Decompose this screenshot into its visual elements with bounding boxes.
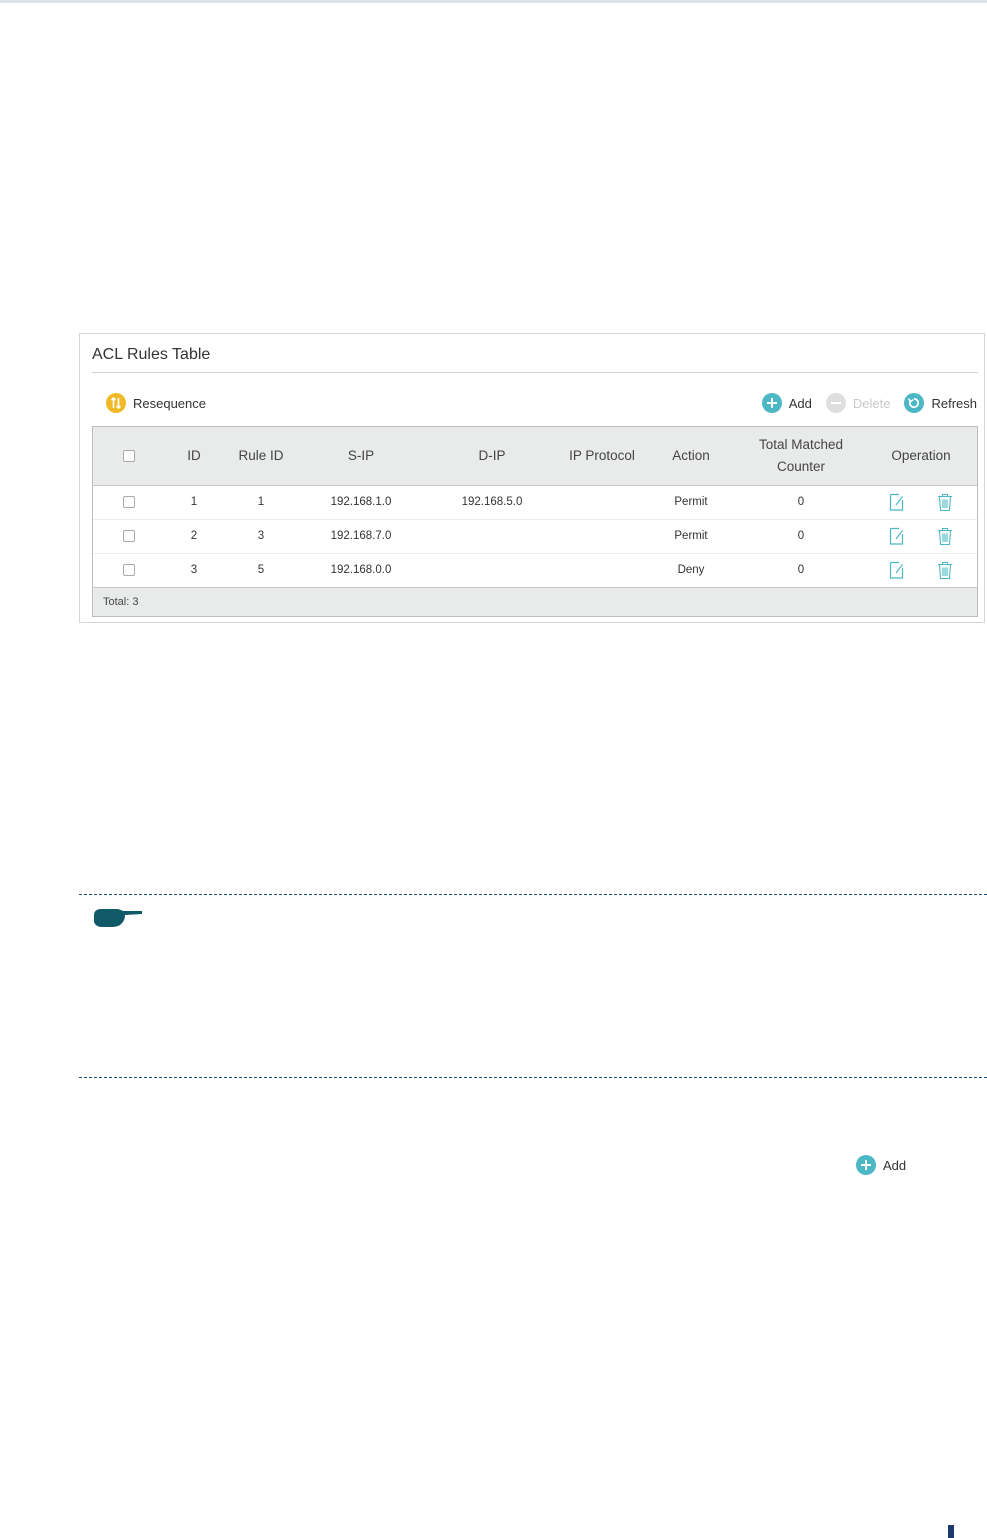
cell-total-matched: 0: [797, 564, 805, 576]
cell-rule-id: 3: [257, 530, 265, 542]
select-all-cell: [93, 427, 165, 485]
note-bottom-divider: [79, 1077, 987, 1078]
plus-circle-icon: [761, 393, 782, 413]
edit-icon[interactable]: [888, 526, 906, 546]
cell-id: 2: [190, 530, 198, 542]
cell-s-ip: 192.168.7.0: [330, 530, 392, 542]
cell-ip-protocol: [561, 486, 643, 518]
header-total-matched-line2: Counter: [776, 459, 826, 474]
resequence-button[interactable]: Resequence: [106, 393, 206, 413]
toolbar-left: Resequence: [106, 393, 206, 413]
acl-rules-table: ID Rule ID S-IP D-IP IP Protocol Action …: [92, 426, 978, 617]
row-select-cell: [93, 486, 165, 518]
table-header: ID Rule ID S-IP D-IP IP Protocol Action …: [93, 427, 977, 486]
cell-total-matched: 0: [797, 496, 805, 508]
row-checkbox[interactable]: [123, 496, 135, 508]
refresh-icon: [904, 393, 925, 413]
plus-circle-icon: [856, 1155, 876, 1175]
delete-label: Delete: [852, 395, 891, 411]
total-count: Total: 3: [103, 596, 139, 608]
select-all-checkbox[interactable]: [123, 450, 135, 462]
page-corner-mark: [948, 1525, 954, 1538]
pointing-hand-icon: [92, 905, 144, 931]
cell-ip-protocol: [561, 554, 643, 586]
top-rule: [0, 0, 987, 3]
add-label: Add: [788, 395, 812, 411]
cell-d-ip: [423, 520, 561, 552]
row-select-cell: [93, 520, 165, 552]
minus-circle-icon: [825, 393, 846, 413]
row-checkbox[interactable]: [123, 564, 135, 576]
resequence-label: Resequence: [133, 395, 206, 411]
header-total-matched-counter[interactable]: Total Matched Counter: [739, 427, 863, 485]
cell-operation: [863, 520, 979, 552]
acl-rules-panel: ACL Rules Table Resequence Add Delete Re…: [79, 333, 985, 623]
header-id[interactable]: ID: [165, 427, 223, 485]
edit-icon[interactable]: [888, 492, 906, 512]
add-button[interactable]: Add: [761, 393, 812, 413]
row-select-cell: [93, 554, 165, 586]
cell-total-matched: 0: [797, 530, 805, 542]
header-operation: Operation: [891, 448, 951, 463]
edit-icon[interactable]: [888, 560, 906, 580]
note-top-divider: [79, 894, 987, 895]
cell-action: Permit: [674, 530, 708, 542]
panel-title: ACL Rules Table: [92, 346, 211, 363]
cell-id: 3: [190, 564, 198, 576]
title-divider: [92, 372, 978, 373]
add-button-standalone[interactable]: Add: [856, 1155, 906, 1175]
refresh-label: Refresh: [931, 395, 977, 411]
header-total-matched-line1: Total Matched: [758, 437, 844, 452]
header-action[interactable]: Action: [643, 427, 739, 485]
add-label: Add: [883, 1157, 907, 1173]
cell-d-ip: 192.168.5.0: [461, 496, 523, 508]
cell-operation: [863, 486, 979, 518]
cell-rule-id: 5: [257, 564, 265, 576]
cell-rule-id: 1: [257, 496, 265, 508]
table-row: 2 3 192.168.7.0 Permit 0: [93, 520, 977, 554]
refresh-button[interactable]: Refresh: [904, 393, 977, 413]
trash-icon[interactable]: [936, 526, 954, 546]
header-ip-protocol[interactable]: IP Protocol: [561, 427, 643, 485]
cell-action: Deny: [677, 564, 705, 576]
cell-d-ip: [423, 554, 561, 586]
table-row: 1 1 192.168.1.0 192.168.5.0 Permit 0: [93, 486, 977, 520]
toolbar-right: Add Delete Refresh: [761, 393, 977, 413]
row-checkbox[interactable]: [123, 530, 135, 542]
trash-icon[interactable]: [936, 492, 954, 512]
delete-button[interactable]: Delete: [825, 393, 891, 413]
trash-icon[interactable]: [936, 560, 954, 580]
header-rule-id[interactable]: Rule ID: [223, 427, 299, 485]
cell-s-ip: 192.168.0.0: [330, 564, 392, 576]
table-footer: Total: 3: [93, 588, 977, 616]
table-row: 3 5 192.168.0.0 Deny 0: [93, 554, 977, 588]
cell-s-ip: 192.168.1.0: [330, 496, 392, 508]
resequence-icon: [106, 393, 126, 413]
cell-action: Permit: [674, 496, 708, 508]
cell-ip-protocol: [561, 520, 643, 552]
header-d-ip[interactable]: D-IP: [423, 427, 561, 485]
header-s-ip[interactable]: S-IP: [299, 427, 423, 485]
cell-id: 1: [190, 496, 198, 508]
cell-operation: [863, 554, 979, 586]
